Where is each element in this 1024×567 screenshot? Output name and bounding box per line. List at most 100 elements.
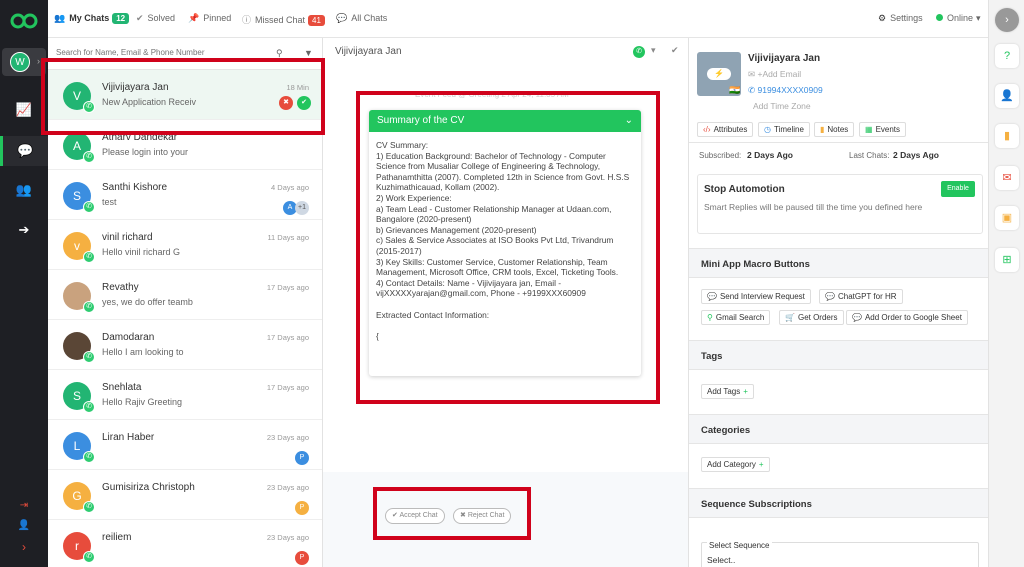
tab-notes[interactable]: ▮ Notes — [814, 122, 855, 137]
plus-icon: + — [743, 387, 748, 396]
phone-label: 91994XXXX0909 — [757, 85, 823, 95]
close-icon[interactable]: ✖ — [279, 96, 293, 110]
app-logo[interactable] — [10, 10, 38, 32]
tab-all-chats[interactable]: 💬 All Chats — [336, 13, 387, 24]
pin-icon: 📌 — [188, 13, 200, 23]
right-strip: › ? 👤 ▮ ✉ ▣ ⊞ — [988, 0, 1024, 567]
check-circle-icon: ✔ — [136, 13, 144, 23]
plus-icon: + — [758, 460, 764, 469]
chat-name: reiliem — [102, 532, 132, 543]
chat-list-item[interactable]: L ✆ Liran Haber 23 Days ago P — [48, 420, 322, 470]
contact-phone: ✆ 91994XXXX0909 — [748, 85, 823, 96]
chat-list-item[interactable]: v ✆ vinil richard Hello vinil richard G 11 D… — [48, 220, 322, 270]
apps-icon[interactable]: ⊞ — [995, 248, 1019, 272]
macro-button[interactable]: ⚲ Gmail Search — [701, 310, 771, 325]
close-icon: ✖ — [460, 512, 468, 519]
collapse-icon[interactable]: › — [995, 8, 1019, 32]
mail-icon[interactable]: ✉ — [995, 166, 1019, 190]
workspace-switcher[interactable]: W › — [2, 48, 46, 76]
chat-name: Atharv Dandekar — [102, 132, 178, 143]
macro-button[interactable]: 💬 ChatGPT for HR — [819, 289, 903, 304]
whatsapp-icon: ✆ — [83, 401, 95, 413]
subscribed-label: Subscribed: — [699, 151, 742, 160]
chat-bubble-icon: 💬 — [852, 313, 862, 322]
conversation-panel: Vijivijayara Jan ✆ ▾ ✔ Event Feed @ Gree… — [323, 38, 688, 567]
add-category-button[interactable]: Add Category + — [701, 457, 770, 472]
count-badge: 12 — [112, 13, 130, 24]
accept-label: Accept Chat — [399, 512, 438, 519]
add-timezone-link[interactable]: Add Time Zone — [753, 101, 811, 111]
chat-list-item[interactable]: A ✆ Atharv Dandekar Please login into your — [48, 120, 322, 170]
filter-icon[interactable]: ▼ — [304, 48, 313, 58]
accept-chat-button[interactable]: ✔ Accept Chat — [385, 508, 445, 524]
search-bar: ⚲ ▼ — [48, 38, 322, 70]
plug-icon: ⚡ — [707, 68, 731, 80]
chat-list-item[interactable]: r ✆ reiliem 23 Days ago P — [48, 520, 322, 567]
forward-icon[interactable]: ➔ — [0, 222, 48, 238]
chat-time: 23 Days ago — [266, 533, 309, 542]
assignee-badge: P — [295, 451, 309, 465]
chevron-down-icon[interactable]: ▾ — [651, 45, 656, 56]
document-icon[interactable]: ▮ — [995, 124, 1019, 148]
flag-icon: 🇮🇳 — [729, 85, 741, 95]
chevron-down-icon[interactable]: ⌄ — [625, 110, 633, 132]
tab-solved[interactable]: ✔ Solved — [136, 13, 175, 24]
tab-timeline[interactable]: ◷ Timeline — [758, 122, 810, 137]
profile-icon[interactable]: 👤 — [995, 84, 1019, 108]
sequence-select[interactable]: Select Sequence Select.. — [701, 541, 979, 567]
card-header[interactable]: Summary of the CV ⌄ — [369, 110, 641, 132]
chat-list-item[interactable]: S ✆ Snehlata Hello Rajiv Greeting 17 Days ag… — [48, 370, 322, 420]
search-input[interactable] — [56, 48, 276, 57]
image-icon[interactable]: ▣ — [995, 206, 1019, 230]
expand-icon[interactable]: › — [0, 540, 48, 554]
add-category-label: Add Category — [707, 460, 756, 469]
tab-missed-chat[interactable]: ⓘ Missed Chat 41 — [242, 13, 325, 26]
logout-icon[interactable]: ⇥ — [0, 500, 48, 511]
contacts-icon[interactable]: 👥 — [0, 182, 48, 198]
message-area: Event Feed @ Greeting 2 Apr 24, 11:35 AM… — [323, 68, 688, 472]
chat-bubble-icon: 💬 — [707, 292, 717, 301]
search-icon[interactable]: ⚲ — [276, 48, 283, 59]
tab-events[interactable]: ▦ Events — [859, 122, 907, 137]
resolve-check-icon[interactable]: ✔ — [671, 45, 679, 56]
stop-automation-desc: Smart Replies will be paused till the ti… — [704, 202, 923, 212]
status-dropdown[interactable]: Online ▾ — [936, 13, 981, 24]
help-icon[interactable]: ? — [995, 44, 1019, 68]
chat-list-item[interactable]: ✆ Revathy yes, we do offer teamb 17 Days ag… — [48, 270, 322, 320]
macro-button[interactable]: 💬 Add Order to Google Sheet — [846, 310, 968, 325]
channel-icon[interactable]: ✆ — [633, 46, 645, 58]
chat-icon[interactable]: 💬 — [0, 136, 48, 166]
online-dot-icon — [936, 14, 943, 21]
section-title: Categories — [701, 425, 751, 436]
whatsapp-icon: ✆ — [83, 301, 95, 313]
settings-label: Settings — [890, 13, 923, 23]
tab-label: Missed Chat — [255, 15, 306, 25]
chat-time: 23 Days ago — [266, 483, 309, 492]
tab-my-chats[interactable]: 👥 My Chats 12 — [54, 13, 130, 24]
macro-button[interactable]: 🛒 Get Orders — [779, 310, 844, 325]
macro-button[interactable]: 💬 Send Interview Request — [701, 289, 811, 304]
chat-list-item[interactable]: G ✆ Gumisiriza Christoph 23 Days ago P — [48, 470, 322, 520]
user-icon[interactable]: 👤 — [0, 520, 48, 531]
assignee-badge: P — [295, 501, 309, 515]
analytics-icon[interactable]: 📈 — [0, 102, 48, 118]
left-rail: W › 📈 💬 👥 ➔ ⇥ 👤 › — [0, 0, 48, 567]
whatsapp-icon: ✆ — [83, 551, 95, 563]
add-tags-button[interactable]: Add Tags + — [701, 384, 754, 399]
tab-label: Timeline — [773, 125, 804, 134]
chevron-right-icon: › — [37, 56, 40, 66]
check-icon[interactable]: ✔ — [297, 96, 311, 110]
tab-pinned[interactable]: 📌 Pinned — [188, 13, 231, 24]
chat-preview: Hello vinil richard G — [102, 247, 181, 257]
tab-label: My Chats — [69, 13, 110, 23]
enable-button[interactable]: Enable — [941, 181, 975, 197]
chat-list-item[interactable]: ✆ Damodaran Hello I am looking to 17 Days a… — [48, 320, 322, 370]
settings-button[interactable]: ⚙ Settings — [878, 13, 923, 24]
tab-attributes[interactable]: ‹/› Attributes — [697, 122, 754, 137]
clock-icon: ◷ — [764, 125, 771, 134]
reject-chat-button[interactable]: ✖ Reject Chat — [453, 508, 512, 524]
whatsapp-icon: ✆ — [83, 451, 95, 463]
add-email-link[interactable]: ✉ +Add Email — [748, 69, 801, 80]
chat-list-item[interactable]: S ✆ Santhi Kishore test 4 Days ago A +1 — [48, 170, 322, 220]
chat-list-item[interactable]: V ✆ Vijivijayara Jan New Application Receiv… — [48, 70, 322, 120]
